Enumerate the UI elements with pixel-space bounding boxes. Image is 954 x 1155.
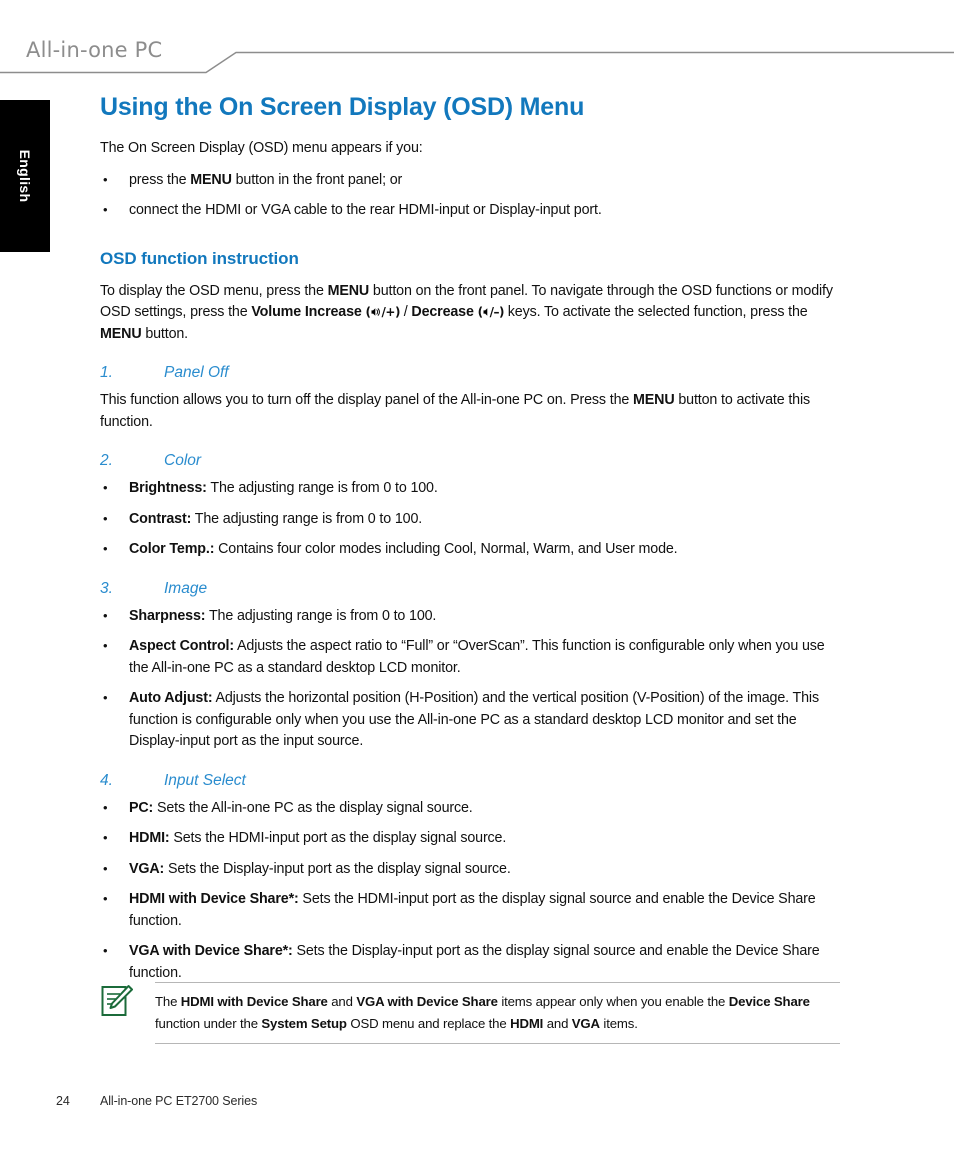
item-label: Panel Off [164, 364, 229, 381]
bullet-text-prefix: connect the HDMI or VGA cable to the rea… [129, 202, 602, 218]
bullet-term: HDMI with Device Share*: [129, 891, 299, 907]
list-item: HDMI with Device Share*: Sets the HDMI-i… [100, 888, 840, 932]
note-body: The HDMI with Device Share and VGA with … [155, 982, 840, 1044]
bullet-desc: The adjusting range is from 0 to 100. [191, 510, 423, 527]
note-text: The HDMI with Device Share and VGA with … [155, 991, 840, 1034]
list-item: VGA with Device Share*: Sets the Display… [100, 940, 840, 984]
item-2-bullet-list: Brightness: The adjusting range is from … [100, 477, 840, 561]
text-run-bold: Decrease [411, 304, 474, 320]
text-run: items. [599, 1015, 638, 1031]
bullet-desc: Sets the HDMI-input port as the display … [169, 830, 507, 846]
page-title: Using the On Screen Display (OSD) Menu [100, 93, 585, 121]
list-item: Auto Adjust: Adjusts the horizontal posi… [100, 687, 840, 753]
list-item: VGA: Sets the Display-input port as the … [100, 858, 840, 881]
item-label: Image [164, 579, 208, 597]
item-1-paragraph: This function allows you to turn off the… [100, 390, 840, 433]
text-run-bold: Device Share [728, 994, 810, 1009]
bullet-text-suffix: button in the front panel; or [231, 171, 403, 188]
bullet-term: HDMI: [129, 830, 170, 846]
intro-bullet-list: press the MENU button in the front panel… [100, 169, 840, 222]
intro-paragraph: The On Screen Display (OSD) menu appears… [100, 140, 423, 156]
text-run: keys. To activate the selected function,… [503, 304, 808, 320]
footer-document-name: All-in-one PC ET2700 Series [100, 1094, 258, 1108]
list-item: PC: Sets the All-in-one PC as the displa… [100, 797, 840, 820]
bullet-desc: Adjusts the aspect ratio to “Full” or “O… [129, 638, 825, 676]
bullet-term: VGA with Device Share*: [129, 943, 293, 959]
item-4-bullet-list: PC: Sets the All-in-one PC as the displa… [100, 797, 840, 985]
text-run-bold: MENU [327, 282, 370, 299]
list-item: connect the HDMI or VGA cable to the rea… [100, 199, 840, 222]
osd-function-item-4: 4. Input Select [100, 771, 840, 791]
note-pencil-icon [101, 985, 133, 1016]
item-number: 4. [100, 771, 113, 789]
text-run-bold: MENU [633, 392, 675, 408]
header-rule-line [0, 51, 954, 74]
text-run: The [155, 994, 181, 1009]
bullet-desc: The adjusting range is from 0 to 100. [206, 480, 438, 496]
list-item: Contrast: The adjusting range is from 0 … [100, 508, 840, 531]
text-run-bold: MENU [100, 325, 142, 342]
bullet-term: PC: [129, 799, 154, 816]
osd-function-item-1: 1. Panel Off [100, 363, 840, 383]
text-run-bold: Volume Increase [251, 304, 362, 320]
list-item: HDMI: Sets the HDMI-input port as the di… [100, 827, 840, 850]
text-run-bold: VGA with Device Share [356, 994, 498, 1009]
main-content: Using the On Screen Display (OSD) Menu T… [100, 92, 840, 993]
language-tab: English [0, 100, 50, 252]
list-item: Sharpness: The adjusting range is from 0… [100, 605, 840, 628]
item-number: 1. [100, 364, 113, 381]
note-callout: The HDMI with Device Share and VGA with … [100, 982, 840, 1044]
text-run: and [543, 1015, 572, 1031]
bullet-text-bold: MENU [190, 171, 232, 188]
bullet-desc: Contains four color modes including Cool… [214, 541, 678, 557]
bullet-desc: Sets the All-in-one PC as the display si… [153, 799, 473, 816]
text-run-bold: System Setup [261, 1015, 347, 1031]
text-run: This function allows you to turn off the… [100, 392, 634, 408]
text-run: To display the OSD menu, press the [100, 282, 328, 299]
list-item: Aspect Control: Adjusts the aspect ratio… [100, 635, 840, 679]
section-heading-osd-function: OSD function instruction [100, 248, 299, 268]
bullet-term: Aspect Control: [129, 638, 234, 654]
text-run: button. [141, 325, 188, 342]
bullet-term: Sharpness: [129, 607, 206, 624]
text-run: / [399, 304, 412, 320]
osd-function-item-3: 3. Image [100, 579, 840, 599]
text-run-bold: HDMI with Device Share [180, 994, 328, 1009]
text-run-bold: VGA [571, 1015, 600, 1031]
osd-function-item-2: 2. Color [100, 451, 840, 471]
footer-page-number: 24 [56, 1094, 70, 1108]
bullet-term: Auto Adjust: [129, 690, 213, 706]
bullet-term: Color Temp.: [129, 541, 215, 557]
text-run: items appear only when you enable the [497, 994, 729, 1009]
page-footer: 24 All-in-one PC ET2700 Series [56, 1094, 856, 1108]
item-number: 3. [100, 579, 113, 597]
language-tab-label: English [17, 149, 33, 203]
bullet-desc: Sets the Display-input port as the displ… [164, 860, 511, 877]
volume-down-icon: (/–) [477, 305, 505, 319]
item-3-bullet-list: Sharpness: The adjusting range is from 0… [100, 605, 840, 753]
bullet-desc: The adjusting range is from 0 to 100. [205, 607, 437, 624]
volume-up-icon: (/+) [365, 305, 401, 319]
text-run: and [327, 994, 357, 1009]
list-item: Brightness: The adjusting range is from … [100, 477, 840, 500]
osd-instruction-paragraph: To display the OSD menu, press the MENU … [100, 281, 840, 346]
text-run-bold: HDMI [510, 1015, 544, 1031]
item-label: Input Select [164, 771, 246, 789]
bullet-desc: Adjusts the horizontal position (H-Posit… [129, 690, 819, 749]
bullet-text-prefix: press the [129, 171, 191, 188]
item-number: 2. [100, 452, 113, 469]
bullet-term: Brightness: [129, 480, 207, 496]
list-item: press the MENU button in the front panel… [100, 169, 840, 192]
text-run: function under the [155, 1015, 262, 1031]
text-run: OSD menu and replace the [346, 1015, 511, 1031]
item-label: Color [164, 452, 202, 469]
bullet-term: Contrast: [129, 510, 192, 527]
bullet-term: VGA: [129, 860, 165, 877]
page-header: All-in-one PC [0, 0, 954, 80]
list-item: Color Temp.: Contains four color modes i… [100, 538, 840, 561]
